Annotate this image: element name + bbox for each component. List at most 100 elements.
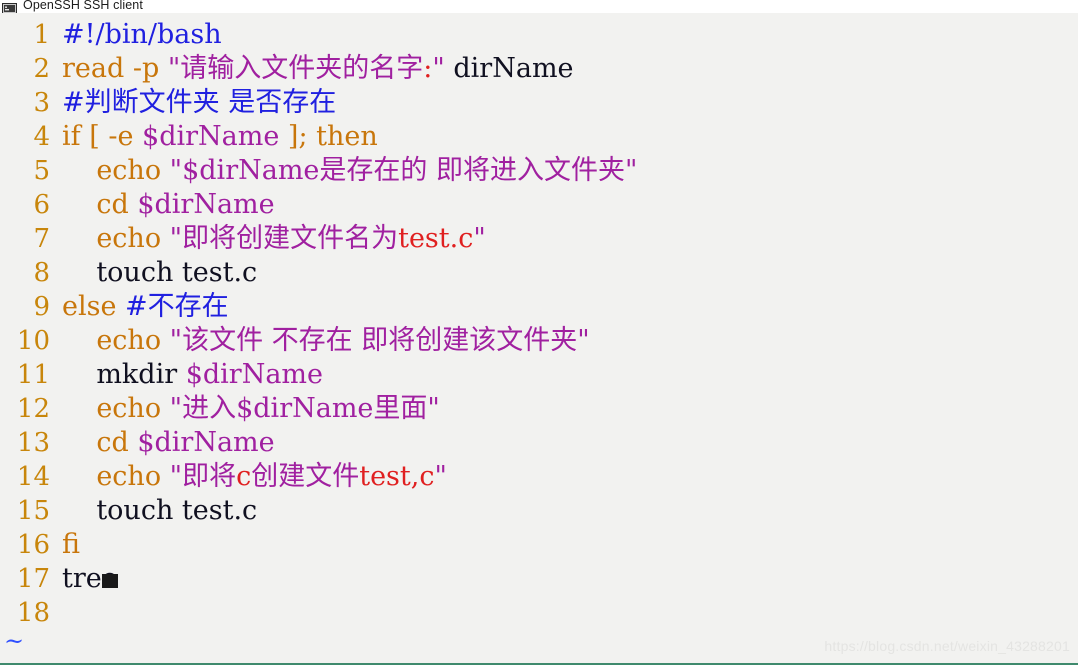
code-line[interactable]: 10 echo "该文件 不存在 即将创建该文件夹" bbox=[0, 324, 1078, 358]
line-number: 12 bbox=[16, 394, 50, 424]
code-token-kw: echo bbox=[62, 155, 170, 186]
code-token-kw: read -p bbox=[62, 53, 168, 84]
code-line[interactable]: 7 echo "即将创建文件名为test.c" bbox=[0, 222, 1078, 256]
code-line[interactable]: 13 cd $dirName bbox=[0, 426, 1078, 460]
code-line[interactable]: 15 touch test.c bbox=[0, 494, 1078, 528]
code-line-content: touch test.c bbox=[62, 256, 1078, 290]
code-token-str: 即将创建文件名为 bbox=[182, 223, 399, 254]
code-line[interactable]: 4 if [ -e $dirName ]; then bbox=[0, 120, 1078, 154]
code-line[interactable]: 11 mkdir $dirName bbox=[0, 358, 1078, 392]
code-line[interactable]: 8 touch test.c bbox=[0, 256, 1078, 290]
code-line[interactable]: 9 else #不存在 bbox=[0, 290, 1078, 324]
code-line-content: mkdir $dirName bbox=[62, 358, 1078, 392]
code-line[interactable]: 14 echo "即将c创建文件test,c" bbox=[0, 460, 1078, 494]
code-token-kw: cd bbox=[62, 427, 138, 458]
code-line[interactable]: 17 tree bbox=[0, 562, 1078, 596]
line-number: 10 bbox=[16, 326, 50, 356]
line-number: 16 bbox=[16, 530, 50, 560]
code-token-kw: echo bbox=[62, 325, 170, 356]
code-line[interactable]: 5 echo "$dirName是存在的 即将进入文件夹" bbox=[0, 154, 1078, 188]
code-token-kw: echo bbox=[62, 393, 170, 424]
line-number: 3 bbox=[33, 88, 50, 118]
window-title: OpenSSH SSH client bbox=[23, 0, 143, 12]
code-token-quote: " bbox=[169, 223, 183, 254]
code-token-cmt: #判断文件夹 是否存在 bbox=[62, 87, 337, 118]
code-token-str: 即将 bbox=[182, 461, 237, 492]
code-line[interactable]: 16 fi bbox=[0, 528, 1078, 562]
line-number: 18 bbox=[16, 598, 50, 628]
vim-editor-buffer[interactable]: 1 #!/bin/bash 2 read -p "请输入文件夹的名字:" dirNam… bbox=[0, 13, 1078, 663]
code-line-content: else #不存在 bbox=[62, 290, 1078, 324]
code-line[interactable]: 18 bbox=[0, 596, 1078, 630]
line-number: 14 bbox=[16, 462, 50, 492]
code-token-plain: mkdir bbox=[62, 359, 186, 390]
code-token-str: 进入$dirName里面 bbox=[182, 393, 428, 424]
code-token-kw: cd bbox=[62, 189, 138, 220]
line-number: 6 bbox=[33, 190, 50, 220]
code-line-list: 1 #!/bin/bash 2 read -p "请输入文件夹的名字:" dirNam… bbox=[0, 18, 1078, 630]
line-number: 2 bbox=[33, 54, 50, 84]
code-line[interactable]: 1 #!/bin/bash bbox=[0, 18, 1078, 52]
code-token-kw: ]; then bbox=[279, 121, 378, 152]
code-line-content: if [ -e $dirName ]; then bbox=[62, 120, 1078, 154]
code-token-kw: echo bbox=[62, 223, 170, 254]
code-token-quote: " bbox=[169, 155, 183, 186]
code-line-content: touch test.c bbox=[62, 494, 1078, 528]
code-token-str: 请输入文件夹的名字 bbox=[180, 53, 424, 84]
terminal-icon bbox=[2, 0, 18, 13]
code-token-quote: " bbox=[434, 461, 447, 492]
code-token-plain: touch test.c bbox=[62, 495, 258, 526]
code-line-content: #!/bin/bash bbox=[62, 18, 1078, 52]
code-token-kw: else bbox=[62, 291, 126, 322]
code-token-kw: if [ -e bbox=[62, 121, 143, 152]
csdn-watermark: https://blog.csdn.net/weixin_43288201 bbox=[824, 638, 1070, 654]
line-number: 4 bbox=[33, 122, 50, 152]
window-titlebar: OpenSSH SSH client bbox=[0, 0, 1078, 13]
code-token-str: 创建文件 bbox=[251, 461, 360, 492]
code-line[interactable]: 2 read -p "请输入文件夹的名字:" dirName bbox=[0, 52, 1078, 86]
line-number: 8 bbox=[33, 258, 50, 288]
code-token-cmt: #!/bin/bash bbox=[62, 19, 222, 50]
code-token-kw: fi bbox=[62, 529, 81, 560]
code-token-red: test.c bbox=[398, 223, 474, 254]
code-line-content: cd $dirName bbox=[62, 426, 1078, 460]
code-token-quote: " bbox=[624, 155, 638, 186]
code-token-quote: " bbox=[577, 325, 590, 356]
code-line-content: echo "即将创建文件名为test.c" bbox=[62, 222, 1078, 256]
line-number: 17 bbox=[16, 564, 50, 594]
code-token-kw: echo bbox=[62, 461, 170, 492]
code-line-content: tree bbox=[62, 562, 1078, 596]
code-line-content: fi bbox=[62, 528, 1078, 562]
line-number: 7 bbox=[33, 224, 50, 254]
code-token-quote: " bbox=[473, 223, 486, 254]
code-line-content: echo "即将c创建文件test,c" bbox=[62, 460, 1078, 494]
code-line[interactable]: 6 cd $dirName bbox=[0, 188, 1078, 222]
code-token-quote: " bbox=[169, 393, 183, 424]
line-number: 11 bbox=[16, 360, 50, 390]
code-line-content: echo "该文件 不存在 即将创建该文件夹" bbox=[62, 324, 1078, 358]
line-number: 1 bbox=[33, 20, 50, 50]
code-token-cmt: #不存在 bbox=[125, 291, 229, 322]
code-token-var: $dirName bbox=[142, 121, 280, 152]
line-number: 9 bbox=[33, 292, 50, 322]
code-token-red: c bbox=[236, 461, 252, 492]
code-line-content: echo "$dirName是存在的 即将进入文件夹" bbox=[62, 154, 1078, 188]
line-number: 13 bbox=[16, 428, 50, 458]
code-token-quote: " bbox=[169, 461, 183, 492]
empty-line-tilde: ~ bbox=[4, 627, 25, 655]
code-token-quote: " bbox=[169, 325, 183, 356]
line-number: 5 bbox=[33, 156, 50, 186]
code-line[interactable]: 3 #判断文件夹 是否存在 bbox=[0, 86, 1078, 120]
code-line-content: #判断文件夹 是否存在 bbox=[62, 86, 1078, 120]
code-token-plain: dirName bbox=[453, 53, 574, 84]
code-line-content: cd $dirName bbox=[62, 188, 1078, 222]
code-line[interactable]: 12 echo "进入$dirName里面" bbox=[0, 392, 1078, 426]
code-token-var: $dirName bbox=[137, 189, 275, 220]
code-token-quote: " bbox=[432, 53, 445, 84]
code-token-str: $dirName是存在的 即将进入文件夹 bbox=[182, 155, 625, 186]
ssh-client-window: OpenSSH SSH client 1 #!/bin/bash 2 read -p … bbox=[0, 0, 1078, 665]
code-line-content: echo "进入$dirName里面" bbox=[62, 392, 1078, 426]
code-line-content: read -p "请输入文件夹的名字:" dirName bbox=[62, 52, 1078, 86]
code-token-quote: " bbox=[167, 53, 181, 84]
code-token-str: 该文件 不存在 即将创建该文件夹 bbox=[182, 325, 578, 356]
